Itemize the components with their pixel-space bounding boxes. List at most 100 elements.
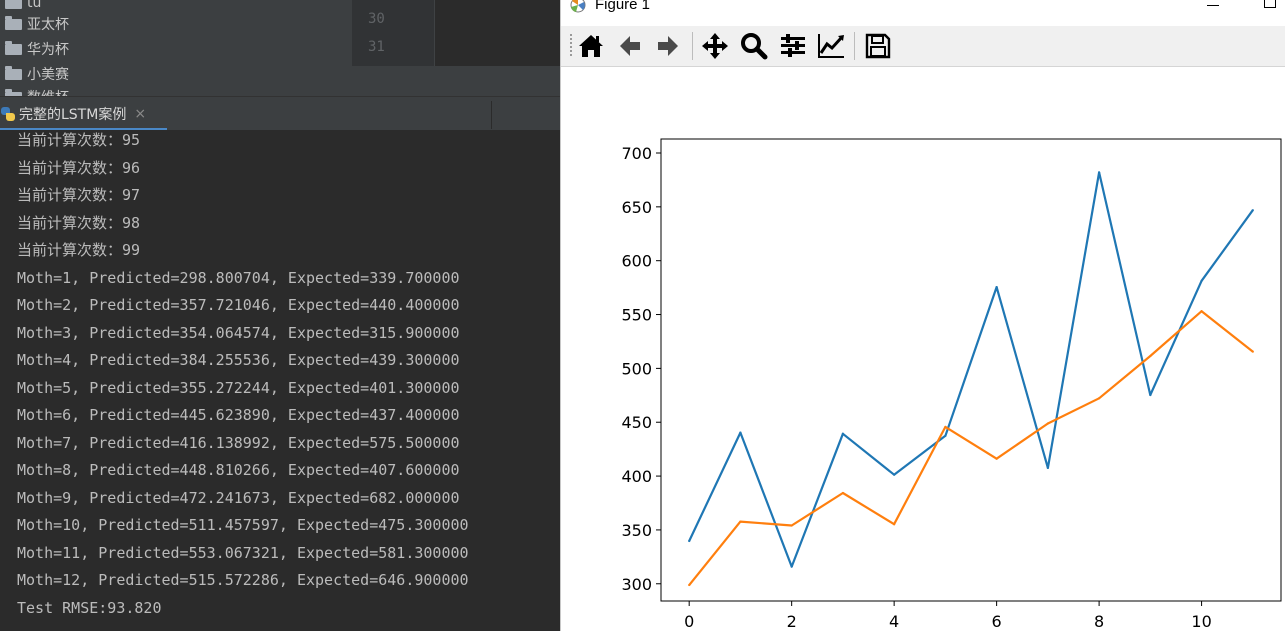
- folder-item[interactable]: 数维杯: [5, 86, 69, 96]
- back-button[interactable]: [615, 31, 645, 61]
- data-point: [1149, 354, 1152, 358]
- data-point: [1046, 422, 1049, 425]
- data-point: [790, 565, 793, 568]
- console-line: Moth=3, Predicted=354.064574, Expected=3…: [17, 323, 460, 342]
- toolbar-divider: [692, 32, 693, 60]
- folder-icon: [5, 0, 22, 9]
- edit-axis-button[interactable]: [816, 31, 846, 61]
- figure-window: Figure 1 300 350 400 450 500 550 600 650…: [560, 0, 1285, 631]
- x-tick-label: 2: [787, 612, 797, 631]
- folder-item[interactable]: 华为杯: [5, 38, 69, 60]
- zoom-magnifier-icon: [741, 33, 768, 60]
- y-tick-label: 550: [621, 306, 652, 325]
- line-number: 31: [368, 39, 385, 55]
- minimize-button[interactable]: [1207, 5, 1219, 6]
- data-point: [893, 473, 896, 476]
- console-line: Moth=11, Predicted=553.067321, Expected=…: [17, 543, 469, 562]
- ide-window: tu 亚太杯 华为杯 小美赛 数维杯 30 31 完整的LSTM案例 × 当前计…: [0, 0, 561, 631]
- folder-label: 华为杯: [27, 42, 69, 58]
- save-button[interactable]: [863, 31, 893, 61]
- console-line: Moth=5, Predicted=355.272244, Expected=4…: [17, 378, 460, 397]
- configure-subplots-icon: [781, 34, 805, 57]
- edit-axis-icon: [818, 34, 844, 58]
- data-point: [790, 524, 793, 527]
- data-point: [995, 285, 998, 289]
- zoom-button[interactable]: [739, 31, 769, 61]
- x-tick-label: 6: [992, 612, 1002, 631]
- data-point: [893, 523, 896, 526]
- y-tick-label: 500: [621, 359, 652, 378]
- data-point: [1097, 171, 1101, 174]
- console-line: Moth=9, Predicted=472.241673, Expected=6…: [17, 488, 460, 507]
- x-tick-label: 0: [684, 612, 694, 631]
- figure-toolbar: [561, 26, 1285, 67]
- code-editor[interactable]: [434, 0, 561, 66]
- console-line: 当前计算次数：99: [17, 241, 141, 259]
- x-tick-label: 10: [1191, 612, 1211, 631]
- toolbar-divider: [854, 32, 855, 60]
- console-line: Moth=6, Predicted=445.623890, Expected=4…: [17, 406, 460, 424]
- back-arrow-icon: [620, 36, 640, 56]
- y-tick-label: 300: [621, 575, 652, 594]
- run-tab[interactable]: 完整的LSTM案例 ×: [0, 97, 167, 131]
- y-tick-label: 350: [621, 521, 652, 540]
- folder-item[interactable]: 小美赛: [5, 63, 69, 85]
- data-point: [1149, 393, 1152, 397]
- home-icon: [579, 35, 603, 57]
- run-tab-label: 完整的LSTM案例: [19, 107, 127, 123]
- y-tick-label: 600: [621, 252, 652, 271]
- data-point: [1251, 209, 1254, 212]
- configure-subplots-button[interactable]: [778, 31, 808, 61]
- data-point: [739, 520, 742, 523]
- y-tick-label: 700: [621, 144, 652, 163]
- y-tick-label: 400: [621, 467, 652, 486]
- run-console-output[interactable]: 当前计算次数：95 当前计算次数：96 当前计算次数：97 当前计算次数：98 当前计算…: [0, 130, 560, 631]
- folder-icon: [5, 40, 22, 55]
- data-point: [995, 457, 998, 460]
- close-tab-icon[interactable]: ×: [134, 106, 146, 122]
- data-point: [944, 434, 947, 437]
- folder-label: 亚太杯: [27, 17, 69, 33]
- data-point: [1046, 466, 1049, 469]
- data-point: [1200, 279, 1203, 282]
- toolbar-divider: [491, 101, 492, 129]
- project-tree: tu 亚太杯 华为杯 小美赛 数维杯: [0, 0, 352, 96]
- folder-label: tu: [27, 0, 42, 11]
- line-number: 30: [368, 11, 385, 27]
- data-point: [688, 539, 691, 543]
- maximize-button[interactable]: [1264, 0, 1276, 8]
- console-line: 当前计算次数：98: [17, 213, 141, 232]
- console-line: 当前计算次数：95: [17, 131, 141, 149]
- console-line: Moth=1, Predicted=298.800704, Expected=3…: [17, 268, 460, 287]
- figure-titlebar: Figure 1: [561, 0, 1285, 26]
- folder-item[interactable]: 亚太杯: [5, 13, 69, 35]
- console-line: Moth=4, Predicted=384.255536, Expected=4…: [17, 351, 460, 369]
- pan-button[interactable]: [700, 31, 730, 61]
- home-button[interactable]: [576, 31, 606, 61]
- data-point: [841, 491, 845, 495]
- data-point: [1200, 310, 1203, 313]
- console-line: 当前计算次数：96: [17, 158, 141, 177]
- data-point: [944, 425, 947, 429]
- folder-item[interactable]: tu: [5, 0, 41, 14]
- x-tick-label: 4: [889, 612, 899, 631]
- folder-label: 数维杯: [27, 87, 69, 96]
- y-tick-label: 450: [621, 413, 652, 432]
- forward-arrow-icon: [658, 36, 678, 56]
- console-line: Moth=12, Predicted=515.572286, Expected=…: [17, 571, 469, 589]
- line-chart[interactable]: 300 350 400 450 500 550 600 650 700 0 2 4 6 8 10: [561, 66, 1285, 631]
- console-line: Moth=10, Predicted=511.457597, Expected=…: [17, 516, 469, 534]
- console-line: 当前计算次数：97: [17, 186, 141, 204]
- line-number-gutter: 30 31: [352, 0, 434, 66]
- y-tick-label: 650: [621, 198, 652, 217]
- figure-title: Figure 1: [595, 0, 651, 13]
- run-tool-bar: 完整的LSTM案例 ×: [0, 96, 560, 132]
- matplotlib-logo-icon: [570, 0, 586, 13]
- editor-status-strip: [352, 66, 560, 96]
- data-point: [1251, 350, 1254, 353]
- x-tick-label: 8: [1094, 612, 1104, 631]
- forward-button[interactable]: [653, 31, 683, 61]
- data-point: [1097, 397, 1101, 400]
- console-line: Test RMSE:93.820: [17, 598, 162, 617]
- console-line: Moth=8, Predicted=448.810266, Expected=4…: [17, 461, 460, 479]
